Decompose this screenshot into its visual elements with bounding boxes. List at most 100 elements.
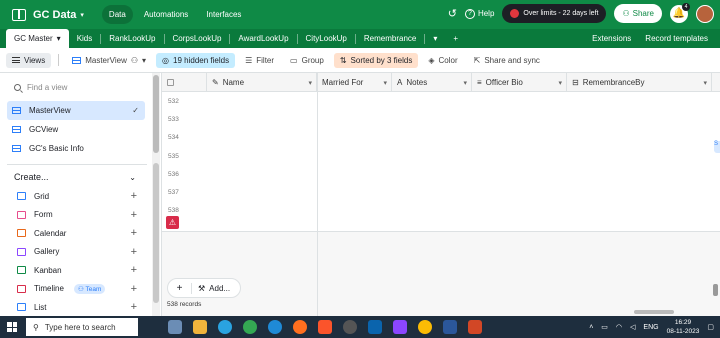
add-label: Add... <box>209 283 231 293</box>
table-row[interactable]: 533 <box>162 110 720 128</box>
column-header-remembranceby[interactable]: ⊟ RemembranceBy ▾ <box>567 73 712 92</box>
tab-kids[interactable]: Kids <box>69 29 101 48</box>
grid-header: ✎ Name ▾ Married For ▾ A Notes ▾ ≡ Offic… <box>162 73 720 92</box>
find-view-input[interactable]: Find a view <box>0 73 161 101</box>
collaborator-chip[interactable]: S <box>714 141 720 153</box>
color-button[interactable]: ◈ Color <box>422 53 463 68</box>
table-row[interactable]: 537 <box>162 183 720 201</box>
grid-view-icon <box>12 145 21 152</box>
header-actions: ↺ ? Help Over limits - 22 days left ⚇ Sh… <box>448 2 714 23</box>
create-grid[interactable]: Grid + <box>0 187 161 206</box>
volume-icon[interactable]: ◁ <box>630 323 635 331</box>
table-row[interactable]: 532 <box>162 92 720 110</box>
group-button[interactable]: ▭ Group <box>284 53 330 68</box>
brave-icon[interactable] <box>318 320 332 334</box>
tab-ranklookup[interactable]: RankLookUp <box>101 29 163 48</box>
create-list[interactable]: List + <box>0 298 161 317</box>
nav-automations[interactable]: Automations <box>137 5 195 24</box>
tab-corpslookup[interactable]: CorpsLookUp <box>165 29 230 48</box>
search-icon <box>14 83 21 91</box>
firefox-icon[interactable] <box>293 320 307 334</box>
grid-vertical-scrollbar[interactable] <box>713 284 718 296</box>
warning-icon[interactable]: ⚠ <box>166 216 179 229</box>
scroll-thumb[interactable] <box>153 163 159 303</box>
extensions-button[interactable]: Extensions <box>592 34 631 43</box>
table-row[interactable]: 538 <box>162 202 720 220</box>
filter-button[interactable]: ☰ Filter <box>239 53 280 68</box>
app-icon[interactable] <box>343 320 357 334</box>
windows-start-icon[interactable] <box>7 322 17 332</box>
add-table-button[interactable]: + <box>445 29 466 48</box>
language-indicator[interactable]: ENG <box>643 324 658 331</box>
create-gallery[interactable]: Gallery + <box>0 243 161 262</box>
chrome-icon[interactable] <box>243 320 257 334</box>
column-header-officer-bio[interactable]: ≡ Officer Bio ▾ <box>472 73 567 92</box>
nav-data[interactable]: Data <box>101 5 133 24</box>
tab-remembrance[interactable]: Remembrance <box>356 29 424 48</box>
limits-badge[interactable]: Over limits - 22 days left <box>502 4 607 23</box>
telegram-icon[interactable] <box>218 320 232 334</box>
help-button[interactable]: ? Help <box>464 8 494 19</box>
tab-citylookup[interactable]: CityLookUp <box>298 29 355 48</box>
select-all-checkbox[interactable] <box>162 73 207 92</box>
powerpoint-icon[interactable] <box>468 320 482 334</box>
avatar[interactable] <box>696 4 714 23</box>
sort-button[interactable]: ⇅ Sorted by 3 fields <box>333 52 419 68</box>
sort-icon: ⇅ <box>339 55 347 65</box>
scroll-thumb[interactable] <box>153 75 159 153</box>
app-icon[interactable] <box>393 320 407 334</box>
create-kanban[interactable]: Kanban + <box>0 261 161 280</box>
add-options-button[interactable]: ⚒ Add... <box>192 284 230 293</box>
record-templates-button[interactable]: Record templates <box>645 34 708 43</box>
table-row[interactable]: 534 <box>162 129 720 147</box>
grid-horizontal-scrollbar[interactable] <box>634 310 674 314</box>
notification-center-icon[interactable]: ▢ <box>707 323 714 331</box>
views-sidebar: Find a view MasterView ✓ GCView GC's Bas… <box>0 73 162 316</box>
notifications-button[interactable]: 🔔 4 <box>670 2 690 23</box>
sidebar-scrollbar[interactable] <box>152 73 160 316</box>
clock[interactable]: 16:29 08-11-2023 <box>667 318 700 336</box>
column-header-notes[interactable]: A Notes ▾ <box>392 73 472 92</box>
views-toggle-button[interactable]: Views <box>6 52 52 68</box>
create-timeline[interactable]: Timeline ⚇ Team + <box>0 280 161 299</box>
base-name: GC Data <box>33 8 77 21</box>
share-button[interactable]: ⚇ Share <box>614 4 662 23</box>
share-sync-button[interactable]: ⇱ Share and sync <box>468 53 546 68</box>
wifi-icon[interactable]: ◠ <box>616 323 622 331</box>
word-icon[interactable] <box>443 320 457 334</box>
create-form[interactable]: Form + <box>0 206 161 225</box>
current-view-button[interactable]: MasterView ⚇ ▾ <box>66 53 152 68</box>
frozen-column-divider <box>317 73 318 316</box>
file-explorer-icon[interactable] <box>193 320 207 334</box>
chevron-up-icon[interactable]: ˄ <box>589 324 593 331</box>
checkbox-icon <box>167 79 174 86</box>
column-header-married-for[interactable]: Married For ▾ <box>317 73 392 92</box>
pinned-app-icon[interactable] <box>168 320 182 334</box>
plus-icon: + <box>130 282 137 295</box>
nav-interfaces[interactable]: Interfaces <box>199 5 248 24</box>
chrome-icon[interactable] <box>418 320 432 334</box>
add-record-button[interactable]: + <box>168 282 192 294</box>
battery-icon[interactable]: ▭ <box>601 323 608 331</box>
column-header-name[interactable]: ✎ Name ▾ <box>207 73 317 92</box>
history-icon[interactable]: ↺ <box>448 7 457 20</box>
hidden-fields-button[interactable]: ◎ 19 hidden fields <box>156 52 236 68</box>
table-row[interactable]: 536 <box>162 165 720 183</box>
view-item-gcview[interactable]: GCView <box>7 120 145 139</box>
chevron-down-icon: ▾ <box>80 11 84 19</box>
view-item-gc-basic-info[interactable]: GC's Basic Info <box>7 139 145 158</box>
tab-gc-master[interactable]: GC Master ▾ <box>6 29 69 48</box>
table-row[interactable]: 535 <box>162 147 720 165</box>
tabs-more-icon[interactable]: ▾ <box>425 29 445 48</box>
filter-icon: ☰ <box>245 55 253 65</box>
create-calendar[interactable]: Calendar + <box>0 224 161 243</box>
share-out-icon: ⇱ <box>473 55 481 65</box>
base-switcher[interactable]: GC Data ▾ <box>12 8 84 21</box>
taskbar-search-input[interactable]: ⚲ Type here to search <box>26 318 138 336</box>
outlook-icon[interactable] <box>368 320 382 334</box>
create-section-toggle[interactable]: Create... ⌄ <box>0 167 161 187</box>
view-label: MasterView <box>29 106 71 115</box>
edge-icon[interactable] <box>268 320 282 334</box>
view-item-masterview[interactable]: MasterView ✓ <box>7 101 145 120</box>
tab-awardlookup[interactable]: AwardLookUp <box>230 29 296 48</box>
